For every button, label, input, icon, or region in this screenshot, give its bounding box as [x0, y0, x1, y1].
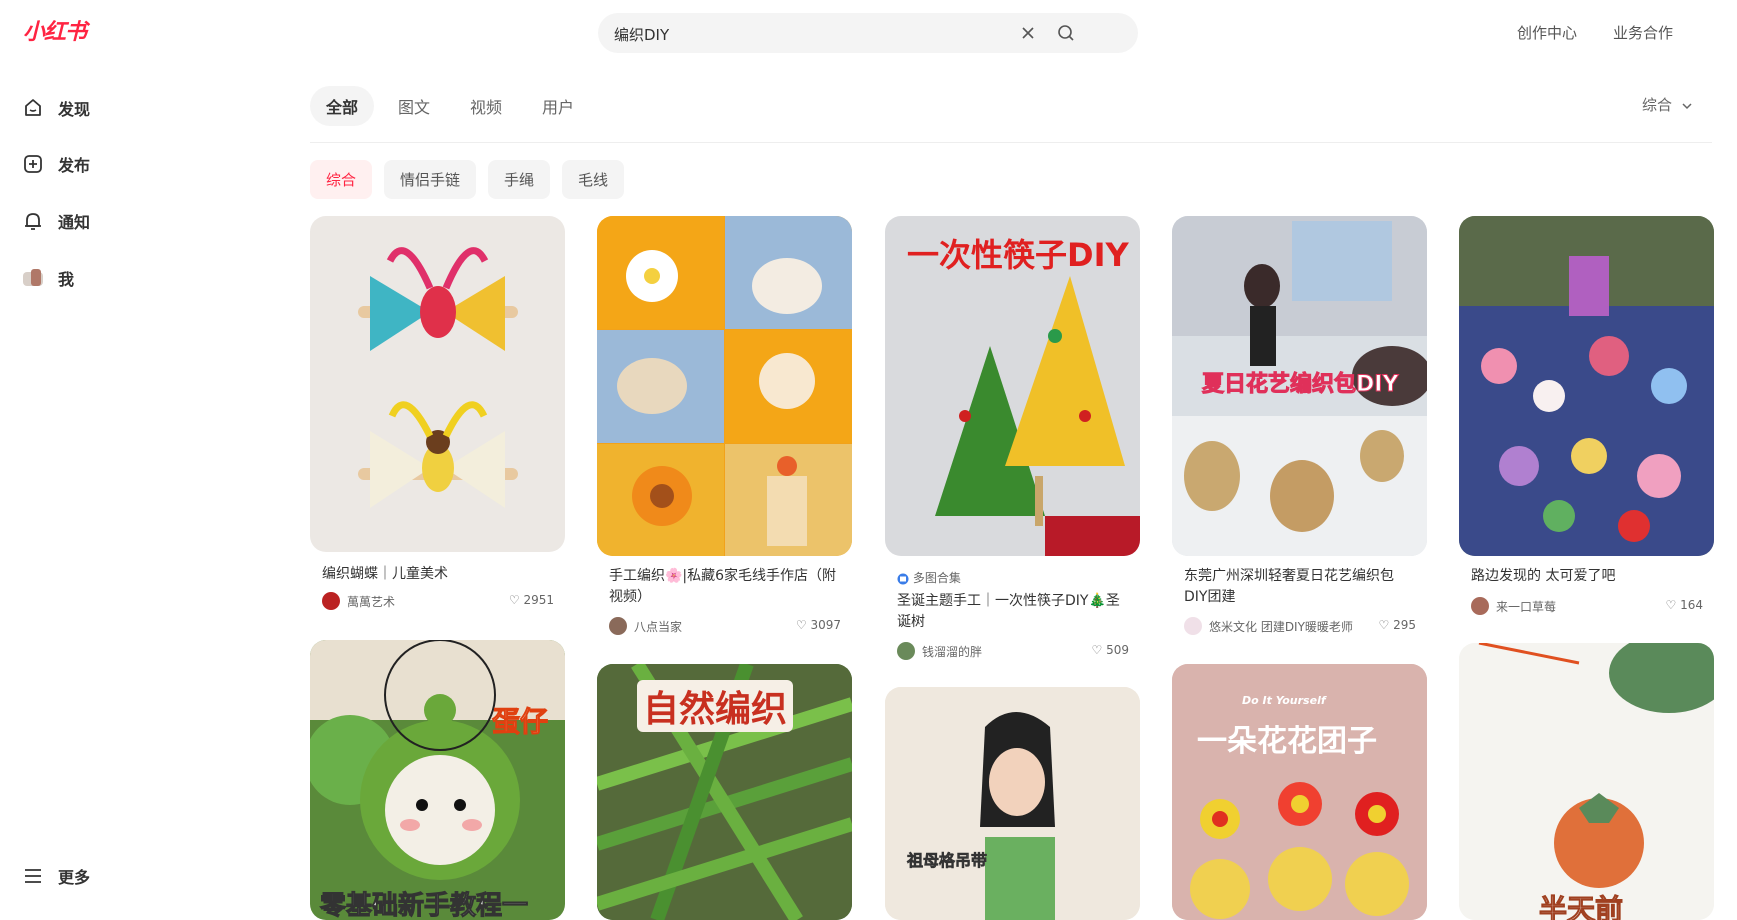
note-cover-image[interactable] [597, 216, 852, 556]
like-button[interactable]: ♡ 164 [1666, 598, 1703, 612]
note-author[interactable]: 八点当家 [634, 618, 682, 635]
note-title[interactable]: 编织蝴蝶｜儿童美术 [322, 564, 554, 585]
note-tag: 多图合集 [897, 569, 961, 586]
cover-overlay-text: 半天前 [1538, 893, 1624, 920]
filter-chips: 综合 情侣手链 手绳 毛线 [310, 160, 625, 199]
chevron-down-icon [1682, 102, 1692, 109]
note-title[interactable]: 手工编织🌸|私藏6家毛线手作店（附视频） [609, 566, 841, 608]
filter-chip[interactable]: 情侣手链 [384, 160, 477, 199]
avatar[interactable] [322, 592, 340, 610]
sort-label: 综合 [1642, 96, 1673, 114]
sidebar-item-discover[interactable]: 发现 [22, 96, 90, 120]
avatar[interactable] [1471, 597, 1489, 615]
sidebar-item-label: 发现 [58, 100, 91, 119]
sidebar-item-label: 通知 [58, 213, 91, 232]
note-cover-image[interactable]: 半天前 [1459, 643, 1714, 920]
note-meta: 来一口草莓 ♡ 164 [1471, 596, 1703, 616]
tab-image-text[interactable]: 图文 [382, 86, 446, 126]
sidebar-more-label: 更多 [58, 868, 91, 887]
cover-overlay-text: 零基础新手教程一 [319, 891, 529, 920]
note-cover-image[interactable]: 一次性筷子DIY [885, 216, 1140, 556]
note-author[interactable]: 悠米文化 团建DIY暖暖老师 [1209, 618, 1353, 635]
cover-overlay-text: 祖母格吊带 [907, 851, 988, 871]
filter-chip[interactable]: 手绳 [488, 160, 551, 199]
note-meta: 钱溜溜的胖 ♡ 509 [897, 641, 1129, 661]
tab-users[interactable]: 用户 [526, 86, 590, 126]
like-count: 164 [1680, 598, 1703, 612]
search-input[interactable]: 编织DIY [614, 24, 669, 45]
cover-overlay-text: 自然编织 [637, 680, 794, 732]
sidebar-item-me[interactable]: 我 [22, 266, 74, 290]
note-author[interactable]: 钱溜溜的胖 [922, 643, 982, 660]
sidebar-item-label: 我 [58, 270, 75, 289]
like-button[interactable]: ♡ 295 [1379, 618, 1416, 632]
sidebar-more[interactable]: 更多 [22, 864, 90, 888]
note-cover-image[interactable]: Do It Yourself 一朵花花团子 [1172, 664, 1427, 920]
clear-icon[interactable] [1018, 23, 1038, 43]
cover-overlay-text: 一朵花花团子 [1197, 724, 1377, 759]
note-meta: 悠米文化 团建DIY暖暖老师 ♡ 295 [1184, 616, 1416, 636]
like-button[interactable]: ♡ 3097 [796, 618, 841, 632]
search-bar[interactable]: 编织DIY [598, 13, 1138, 53]
cover-overlay-text: Do It Yourself [1242, 694, 1326, 707]
note-meta: 萬萬艺术 ♡ 2951 [322, 591, 554, 611]
note-title[interactable]: 圣诞主题手工｜一次性筷子DIY🎄圣诞树 [897, 591, 1129, 633]
note-cover-image[interactable] [310, 216, 565, 552]
business-link[interactable]: 业务合作 [1613, 22, 1673, 43]
tab-video[interactable]: 视频 [454, 86, 518, 126]
tab-all[interactable]: 全部 [310, 86, 375, 126]
cover-overlay-text: 蛋仔 [491, 705, 549, 739]
home-icon [25, 99, 41, 116]
sidebar-item-notifications[interactable]: 通知 [22, 209, 90, 233]
filter-chip[interactable]: 毛线 [562, 160, 625, 199]
filter-chip[interactable]: 综合 [310, 160, 373, 199]
note-cover-image[interactable]: 夏日花艺编织包DIY [1172, 216, 1427, 556]
avatar[interactable] [609, 617, 627, 635]
note-cover-image[interactable]: 蛋仔 零基础新手教程一 [310, 640, 565, 920]
note-cover-image[interactable]: 自然编织 [597, 664, 852, 920]
note-tag-label: 多图合集 [912, 571, 961, 585]
like-count: 295 [1393, 618, 1416, 632]
content-tabs: 全部 图文 视频 用户 [310, 86, 590, 126]
menu-icon [25, 869, 41, 883]
collection-icon [897, 573, 909, 584]
sidebar-item-publish[interactable]: 发布 [22, 152, 90, 176]
note-cover-image[interactable] [1459, 216, 1714, 556]
tabs-divider [310, 142, 1712, 143]
avatar-icon [23, 269, 43, 286]
like-button[interactable]: ♡ 509 [1092, 643, 1129, 657]
like-count: 509 [1106, 643, 1129, 657]
avatar[interactable] [897, 642, 915, 660]
creator-center-link[interactable]: 创作中心 [1517, 22, 1577, 43]
note-meta: 八点当家 ♡ 3097 [609, 616, 841, 636]
note-author[interactable]: 萬萬艺术 [347, 593, 395, 610]
brand-logo[interactable]: 小红书 [23, 14, 87, 46]
cover-overlay-text: 一次性筷子DIY [907, 236, 1129, 274]
sort-dropdown[interactable]: 综合 [1642, 94, 1693, 115]
like-count: 2951 [523, 593, 554, 607]
note-title[interactable]: 路边发现的 太可爱了吧 [1471, 566, 1703, 587]
like-button[interactable]: ♡ 2951 [509, 593, 554, 607]
add-icon [24, 155, 42, 173]
note-title[interactable]: 东莞广州深圳轻奢夏日花艺编织包DIY团建 [1184, 566, 1416, 608]
note-author[interactable]: 来一口草莓 [1496, 598, 1556, 615]
like-count: 3097 [810, 618, 841, 632]
cover-overlay-text: 夏日花艺编织包DIY [1201, 372, 1399, 398]
bell-icon [25, 213, 41, 230]
search-icon[interactable] [1056, 23, 1076, 43]
avatar[interactable] [1184, 617, 1202, 635]
note-cover-image[interactable]: 祖母格吊带 [885, 687, 1140, 920]
sidebar-item-label: 发布 [58, 156, 91, 175]
